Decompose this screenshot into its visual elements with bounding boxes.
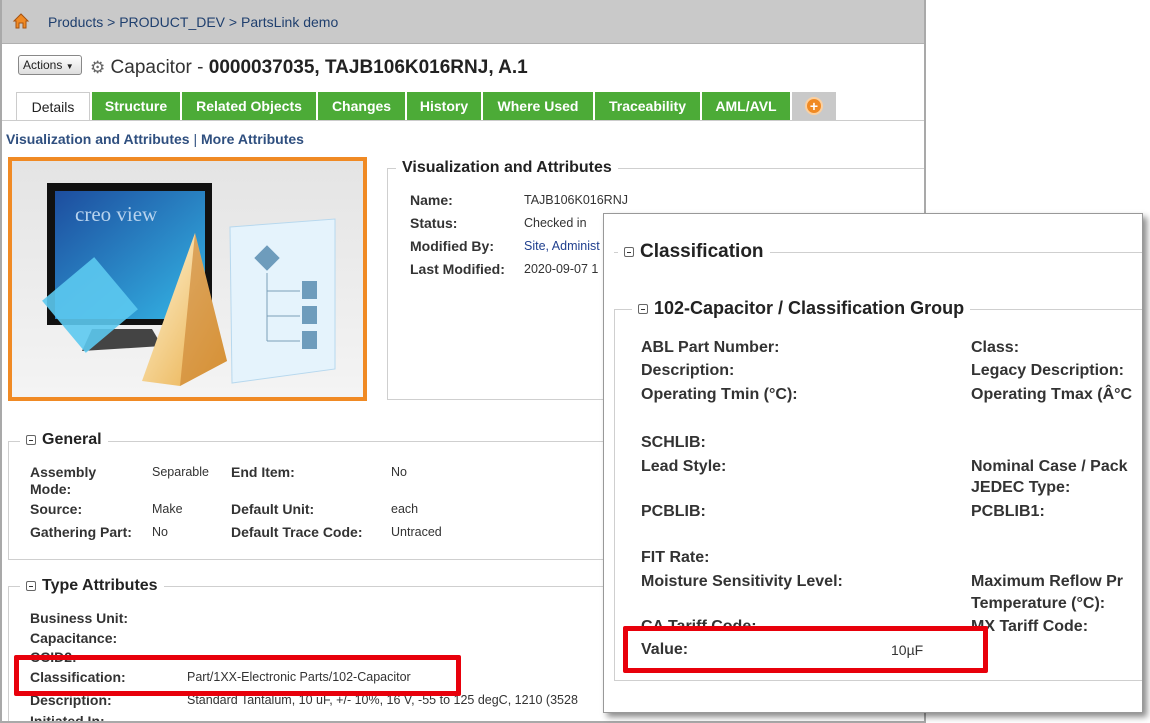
object-type: Capacitor: [110, 57, 192, 78]
end-item-label: End Item:: [231, 464, 295, 480]
collapse-icon[interactable]: [26, 580, 36, 591]
type-attributes-heading[interactable]: Type Attributes: [20, 577, 164, 595]
mx-tariff-code-label: MX Tariff Code:: [971, 618, 1089, 635]
schlib-label: SCHLIB:: [641, 434, 706, 451]
nominal-case-package-label: Nominal Case / Pack: [971, 458, 1128, 475]
description-label: Description:: [641, 362, 735, 379]
visualization-attributes-heading: Visualization and Attributes: [396, 159, 618, 177]
status-label: Status:: [410, 215, 458, 231]
classification-title: Classification: [640, 241, 764, 262]
title-dash: -: [191, 57, 209, 78]
pcblib1-label: PCBLIB1:: [971, 503, 1045, 520]
tab-history[interactable]: History: [407, 92, 483, 121]
breadcrumb-product-dev[interactable]: PRODUCT_DEV: [119, 14, 225, 30]
link-visualization-and-attributes[interactable]: Visualization and Attributes: [6, 131, 190, 147]
actions-label: Actions: [23, 58, 63, 72]
modified-by-label: Modified By:: [410, 238, 494, 254]
name-value: TAJB106K016RNJ: [524, 193, 628, 207]
initiated-in-label: Initiated In:: [30, 713, 105, 723]
tab-structure[interactable]: Structure: [92, 92, 182, 121]
subnav-separator: |: [193, 131, 198, 147]
last-modified-value: 2020-09-07 1: [524, 262, 599, 276]
fit-rate-label: FIT Rate:: [641, 549, 710, 566]
jedec-type-label: JEDEC Type:: [971, 479, 1071, 496]
last-modified-label: Last Modified:: [410, 261, 505, 277]
collapse-icon[interactable]: [638, 304, 648, 315]
default-trace-code-value: Untraced: [391, 525, 442, 539]
collapse-icon[interactable]: [624, 246, 634, 257]
tab-aml-avl[interactable]: AML/AVL: [702, 92, 792, 121]
breadcrumb: Products > PRODUCT_DEV > PartsLink demo: [48, 14, 338, 30]
tab-related-objects[interactable]: Related Objects: [182, 92, 318, 121]
breadcrumb-partslink-demo[interactable]: PartsLink demo: [241, 14, 338, 30]
pcblib-label: PCBLIB:: [641, 503, 706, 520]
status-value: Checked in: [524, 216, 587, 230]
gathering-part-value: No: [152, 525, 168, 539]
classification-callout: Classification 102-Capacitor / Classific…: [603, 213, 1143, 713]
general-heading[interactable]: General: [20, 431, 108, 449]
classification-group-title: 102-Capacitor / Classification Group: [654, 298, 965, 318]
home-icon[interactable]: [12, 12, 30, 30]
business-unit-label: Business Unit:: [30, 610, 129, 626]
creo-view-illustration: creo view: [42, 183, 336, 386]
breadcrumb-products[interactable]: Products: [48, 14, 103, 30]
breadcrumb-bar: Products > PRODUCT_DEV > PartsLink demo: [2, 0, 924, 44]
collapse-icon[interactable]: [26, 434, 36, 445]
source-value: Make: [152, 502, 183, 516]
breadcrumb-separator: >: [107, 14, 116, 30]
breadcrumb-separator: >: [228, 14, 238, 30]
visualization-thumbnail[interactable]: creo view: [8, 157, 367, 401]
chevron-down-icon: ▼: [65, 62, 74, 71]
tab-traceability[interactable]: Traceability: [595, 92, 702, 121]
tab-divider: [2, 120, 924, 121]
reflow-temperature-label: Temperature (°C):: [971, 595, 1106, 612]
moisture-sensitivity-label: Moisture Sensitivity Level:: [641, 573, 843, 590]
name-label: Name:: [410, 192, 453, 208]
default-trace-code-label: Default Trace Code:: [231, 524, 363, 540]
value-highlight-box: [623, 626, 988, 673]
tab-changes[interactable]: Changes: [318, 92, 407, 121]
modified-by-link[interactable]: Site, Administ: [524, 239, 600, 253]
classification-highlight-box: [14, 655, 461, 696]
end-item-value: No: [391, 465, 407, 479]
gear-icon: ⚙: [90, 58, 106, 77]
gathering-part-label: Gathering Part:: [30, 524, 132, 540]
classification-group-heading[interactable]: 102-Capacitor / Classification Group: [632, 298, 971, 319]
default-unit-value: each: [391, 502, 419, 516]
subnav: Visualization and Attributes | More Attr…: [6, 131, 304, 147]
actions-button[interactable]: Actions ▼: [18, 55, 82, 75]
class-label: Class:: [971, 339, 1020, 356]
tab-where-used[interactable]: Where Used: [483, 92, 595, 121]
general-title: General: [42, 431, 102, 448]
legacy-description-label: Legacy Description:: [971, 362, 1124, 379]
creo-view-logo-text: creo view: [75, 202, 158, 226]
link-more-attributes[interactable]: More Attributes: [201, 131, 304, 147]
capacitance-label: Capacitance:: [30, 630, 118, 646]
classification-heading[interactable]: Classification: [618, 241, 770, 263]
operating-tmax-label: Operating Tmax (Â°C: [971, 386, 1133, 403]
object-identity: 0000037035, TAJB106K016RNJ, A.1: [208, 57, 528, 78]
lead-style-label: Lead Style:: [641, 458, 727, 475]
add-tab-button[interactable]: +: [792, 92, 838, 121]
default-unit-label: Default Unit:: [231, 501, 315, 517]
operating-tmin-label: Operating Tmin (°C):: [641, 386, 798, 403]
type-attributes-title: Type Attributes: [42, 577, 158, 594]
assembly-mode-label: Assembly Mode:: [30, 464, 97, 497]
maximum-reflow-label: Maximum Reflow Pr: [971, 573, 1124, 590]
source-label: Source:: [30, 501, 83, 517]
tab-details[interactable]: Details: [16, 92, 90, 121]
add-icon: +: [805, 97, 823, 115]
assembly-mode-value: Separable: [152, 465, 209, 479]
page-title: ⚙ Capacitor - 0000037035, TAJB106K016RNJ…: [90, 57, 528, 79]
abl-part-number-label: ABL Part Number:: [641, 339, 780, 356]
